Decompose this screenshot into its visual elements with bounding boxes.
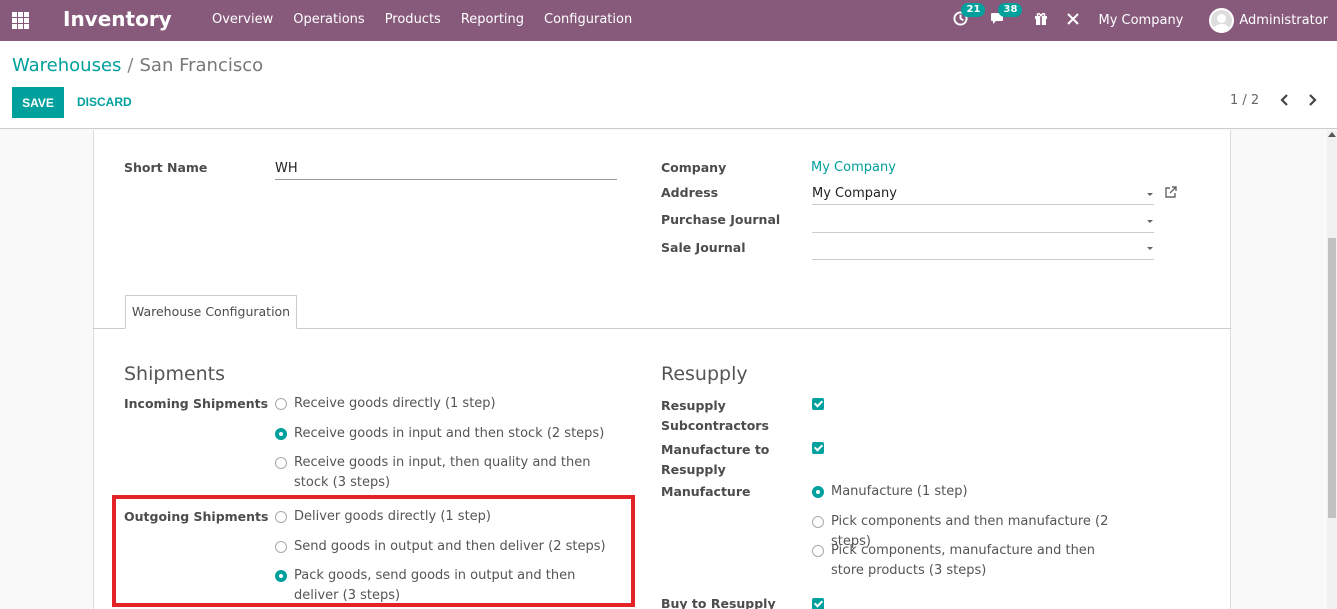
purchase-journal-label: Purchase Journal	[661, 212, 781, 227]
tools-icon	[1067, 12, 1080, 25]
radio-manufacture-2[interactable]	[812, 516, 824, 528]
outgoing-option-label: Send goods in output and then deliver (2…	[294, 539, 606, 554]
shipments-title: Shipments	[124, 363, 226, 385]
outgoing-option-2-steps[interactable]: Send goods in output and then deliver (2…	[275, 537, 615, 557]
avatar	[1209, 8, 1235, 33]
radio-incoming-1[interactable]	[275, 398, 287, 410]
radio-outgoing-3[interactable]	[275, 570, 287, 582]
outgoing-shipments-label: Outgoing Shipments	[124, 509, 269, 524]
outgoing-option-3-steps[interactable]: Pack goods, send goods in output and the…	[275, 566, 615, 606]
control-panel: Warehouses / San Francisco SAVE DISCARD 1 …	[0, 41, 1337, 129]
incoming-option-3-steps[interactable]: Receive goods in input, then quality and…	[275, 453, 615, 493]
company-label: Company	[661, 160, 727, 175]
radio-manufacture-3[interactable]	[812, 545, 824, 557]
incoming-option-label: Receive goods in input and then stock (2…	[294, 426, 605, 441]
outgoing-option-label: Deliver goods directly (1 step)	[294, 509, 491, 524]
incoming-option-label: Receive goods in input, then quality and…	[294, 455, 591, 490]
activities-button[interactable]: 21	[953, 3, 986, 30]
incoming-option-2-steps[interactable]: Receive goods in input and then stock (2…	[275, 424, 615, 444]
buy-to-resupply-label: Buy to Resupply	[661, 596, 776, 609]
form-view: Short Name WH Company My Company Address…	[0, 130, 1337, 609]
apps-grid-icon[interactable]	[12, 12, 29, 29]
address-label: Address	[661, 185, 719, 200]
save-button[interactable]: SAVE	[12, 87, 64, 118]
manufacture-to-resupply-label: Manufacture to Resupply	[661, 442, 770, 477]
debug-tools-button[interactable]	[1066, 12, 1080, 30]
radio-outgoing-2[interactable]	[275, 541, 287, 553]
outgoing-option-label: Pack goods, send goods in output and the…	[294, 568, 576, 603]
menu-operations[interactable]: Operations	[293, 12, 364, 27]
menu-reporting[interactable]: Reporting	[461, 12, 524, 27]
incoming-option-label: Receive goods directly (1 step)	[294, 396, 496, 411]
tab-warehouse-configuration[interactable]: Warehouse Configuration	[125, 295, 297, 329]
radio-incoming-2[interactable]	[275, 428, 287, 440]
radio-outgoing-1[interactable]	[275, 511, 287, 523]
manufacture-to-resupply-checkbox[interactable]	[812, 442, 824, 454]
breadcrumb-current: San Francisco	[139, 55, 264, 76]
manufacture-label: Manufacture	[661, 484, 751, 499]
outgoing-option-1-step[interactable]: Deliver goods directly (1 step)	[275, 507, 615, 527]
resupply-subcontractors-label: Resupply Subcontractors	[661, 398, 769, 433]
incoming-shipments-label: Incoming Shipments	[124, 396, 269, 411]
top-navbar: Inventory Overview Operations Products R…	[0, 0, 1337, 41]
messages-count-badge: 38	[998, 3, 1023, 17]
resupply-subcontractors-checkbox[interactable]	[812, 398, 824, 410]
breadcrumb: Warehouses / San Francisco	[12, 55, 263, 76]
scroll-up-arrow-icon[interactable]	[1328, 132, 1336, 137]
sale-journal-label: Sale Journal	[661, 240, 746, 255]
radio-manufacture-1[interactable]	[812, 486, 824, 498]
company-switcher[interactable]: My Company	[1098, 13, 1183, 28]
purchase-journal-select[interactable]	[812, 214, 1154, 233]
menu-configuration[interactable]: Configuration	[544, 12, 632, 27]
systray: 21 38 My Company Administrator	[953, 0, 1337, 41]
discard-button[interactable]: DISCARD	[77, 95, 132, 109]
gift-icon	[1035, 12, 1048, 25]
breadcrumb-warehouses[interactable]: Warehouses	[12, 55, 121, 76]
menu-products[interactable]: Products	[385, 12, 441, 27]
company-link[interactable]: My Company	[811, 160, 896, 175]
gift-button[interactable]	[1034, 12, 1048, 30]
chevron-left-icon[interactable]	[1279, 93, 1291, 107]
external-link-icon[interactable]	[1164, 186, 1177, 199]
scrollbar-thumb[interactable]	[1328, 238, 1336, 518]
activities-count-badge: 21	[961, 3, 986, 17]
short-name-label: Short Name	[124, 160, 208, 175]
menu-overview[interactable]: Overview	[212, 12, 273, 27]
resupply-title: Resupply	[661, 363, 748, 385]
manufacture-option-label: Pick components, manufacture and then st…	[831, 543, 1096, 578]
user-name: Administrator	[1239, 13, 1328, 28]
messages-button[interactable]: 38	[990, 3, 1023, 30]
purchase-journal-caret-icon	[1147, 220, 1153, 223]
incoming-option-1-step[interactable]: Receive goods directly (1 step)	[275, 394, 615, 414]
short-name-input[interactable]: WH	[275, 161, 617, 180]
radio-incoming-3[interactable]	[275, 457, 287, 469]
app-brand[interactable]: Inventory	[63, 7, 172, 31]
address-caret-icon	[1147, 193, 1153, 196]
user-menu[interactable]: Administrator	[1209, 8, 1328, 33]
manufacture-option-label: Manufacture (1 step)	[831, 484, 968, 499]
manufacture-option-1-step[interactable]: Manufacture (1 step)	[812, 482, 1122, 502]
sale-journal-caret-icon	[1147, 247, 1153, 250]
manufacture-option-3-steps[interactable]: Pick components, manufacture and then st…	[812, 541, 1112, 581]
sale-journal-select[interactable]	[812, 241, 1154, 260]
address-select[interactable]: My Company	[812, 186, 1154, 205]
chevron-right-icon[interactable]	[1306, 93, 1318, 107]
main-menu: Overview Operations Products Reporting C…	[212, 12, 652, 27]
buy-to-resupply-checkbox[interactable]	[812, 598, 824, 609]
pager-value[interactable]: 1 / 2	[1230, 93, 1259, 108]
breadcrumb-separator: /	[127, 55, 134, 76]
